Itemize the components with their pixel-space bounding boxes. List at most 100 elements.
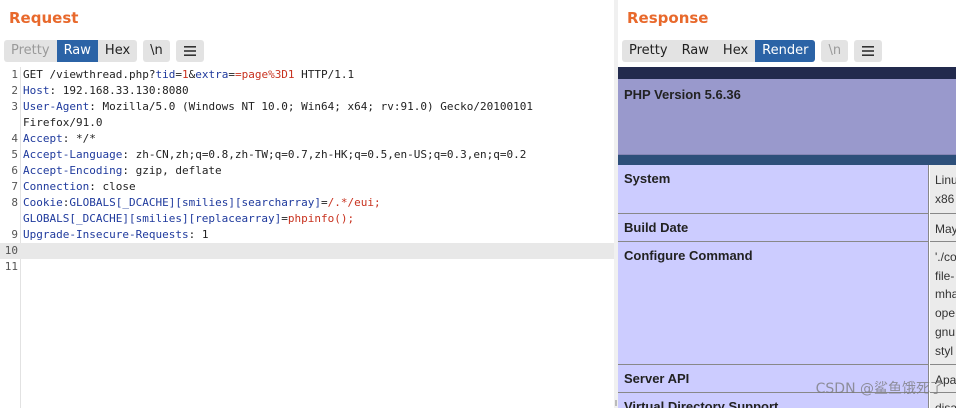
- code-line[interactable]: 7 Connection: close: [0, 179, 614, 195]
- code-line[interactable]: 1 GET /viewthread.php?tid=1&extra==page%3…: [0, 67, 614, 83]
- token: extra: [195, 68, 229, 81]
- render-top-bar: [618, 67, 956, 79]
- tab-pretty[interactable]: Pretty: [4, 40, 57, 62]
- rendered-response: PHP Version 5.6.36 System Linu x86 Build…: [618, 67, 956, 408]
- info-value: Linu x86: [930, 165, 956, 214]
- token: Connection: [23, 180, 90, 193]
- newline-toggle-button[interactable]: \n: [821, 40, 849, 62]
- token: Firefox/91.0: [23, 116, 103, 129]
- tab-raw[interactable]: Raw: [56, 40, 98, 62]
- info-row: System Linu x86: [618, 165, 956, 214]
- info-row: Build Date May: [618, 214, 956, 242]
- token: Upgrade-Insecure-Requests: [23, 228, 189, 241]
- line-number: 1: [11, 68, 18, 81]
- token: Host: [23, 84, 50, 97]
- response-toolbar: Pretty Raw Hex Render \n: [622, 40, 883, 62]
- tab-render[interactable]: Render: [755, 40, 816, 62]
- token: tid: [155, 68, 176, 81]
- newline-toggle-button[interactable]: \n: [143, 40, 170, 62]
- token: phpinfo();: [287, 212, 355, 225]
- code-line[interactable]: 5 Accept-Language: zh-CN,zh;q=0.8,zh-TW;q…: [0, 147, 614, 163]
- token: GLOBALS[_DCACHE][smilies][searcharray]: [69, 196, 322, 209]
- request-panel: Request Pretty Raw Hex \n 1 GET /viewthre…: [0, 0, 614, 408]
- code-line[interactable]: 3 User-Agent: Mozilla/5.0 (Windows NT 10.…: [0, 99, 614, 115]
- line-text: Accept: */*: [23, 131, 96, 147]
- response-view-tabs: Pretty Raw Hex Render: [622, 40, 816, 62]
- request-view-tabs: Pretty Raw Hex: [4, 40, 138, 62]
- info-label: Configure Command: [618, 242, 929, 365]
- line-text: User-Agent: Mozilla/5.0 (Windows NT 10.0…: [23, 99, 533, 115]
- response-title: Response: [627, 9, 709, 27]
- line-number: 11: [4, 260, 18, 273]
- info-value: './co file- mha ope gnu styl: [930, 242, 956, 365]
- token: 1: [181, 68, 189, 81]
- menu-button[interactable]: [175, 40, 204, 62]
- code-line[interactable]: 8 Cookie:GLOBALS[_DCACHE][smilies][search…: [0, 195, 614, 211]
- line-text: GET /viewthread.php?tid=1&extra==page%3D…: [23, 67, 354, 83]
- token: /.*/eui;: [327, 196, 381, 209]
- request-title: Request: [9, 9, 79, 27]
- token: GET /viewthread.php?: [23, 68, 156, 81]
- line-number: 5: [11, 148, 18, 161]
- hamburger-icon: [862, 46, 875, 56]
- info-value: May: [930, 214, 956, 242]
- token: =: [228, 68, 235, 81]
- code-line[interactable]: 2 Host: 192.168.33.130:8080: [0, 83, 614, 99]
- token: : Mozilla/5.0 (Windows NT 10.0; Win64; x…: [89, 100, 533, 113]
- request-editor[interactable]: 1 GET /viewthread.php?tid=1&extra==page%3…: [0, 67, 614, 408]
- info-label: Build Date: [618, 214, 929, 242]
- info-label: System: [618, 165, 929, 214]
- token: Accept-Encoding: [23, 164, 123, 177]
- watermark: CSDN @鲨鱼饿死了: [815, 381, 944, 397]
- token: : close: [89, 180, 136, 193]
- tab-hex[interactable]: Hex: [97, 40, 138, 62]
- token: : gzip, deflate: [122, 164, 222, 177]
- token: : 1: [188, 228, 209, 241]
- token: GLOBALS[_DCACHE][smilies][replacearray]: [23, 212, 282, 225]
- token: Accept-Language: [23, 148, 123, 161]
- token: User-Agent: [23, 100, 90, 113]
- line-number: 6: [11, 164, 18, 177]
- token: =: [321, 196, 328, 209]
- menu-button[interactable]: [854, 40, 883, 62]
- line-number: 4: [11, 132, 18, 145]
- line-text: Connection: close: [23, 179, 136, 195]
- code-line[interactable]: 6 Accept-Encoding: gzip, deflate: [0, 163, 614, 179]
- tab-pretty[interactable]: Pretty: [622, 40, 675, 62]
- code-line[interactable]: Firefox/91.0: [0, 115, 614, 131]
- token: HTTP/1.1: [294, 68, 355, 81]
- token: : */*: [62, 132, 96, 145]
- token: Accept: [23, 132, 63, 145]
- divider-grip-icon[interactable]: [615, 400, 617, 406]
- token: : 192.168.33.130:8080: [49, 84, 189, 97]
- request-toolbar: Pretty Raw Hex \n: [4, 40, 204, 62]
- code-line[interactable]: 10: [0, 243, 614, 259]
- line-text: Accept-Language: zh-CN,zh;q=0.8,zh-TW;q=…: [23, 147, 526, 163]
- token: Cookie: [23, 196, 63, 209]
- token: =: [281, 212, 288, 225]
- line-number: 8: [11, 196, 18, 209]
- line-text: Upgrade-Insecure-Requests: 1: [23, 227, 208, 243]
- token: =page%3D1: [234, 68, 295, 81]
- line-number: 3: [11, 100, 18, 113]
- line-text: Firefox/91.0: [23, 115, 102, 131]
- code-line[interactable]: GLOBALS[_DCACHE][smilies][replacearray]=…: [0, 211, 614, 227]
- header-separator: [618, 155, 956, 165]
- code-line[interactable]: 4 Accept: */*: [0, 131, 614, 147]
- tab-hex[interactable]: Hex: [715, 40, 756, 62]
- hamburger-icon: [183, 46, 196, 56]
- response-panel: Response Pretty Raw Hex Render \n PHP Ve…: [618, 0, 956, 408]
- token: =: [175, 68, 182, 81]
- line-text: Accept-Encoding: gzip, deflate: [23, 163, 222, 179]
- tab-raw[interactable]: Raw: [674, 40, 716, 62]
- line-number: 2: [11, 84, 18, 97]
- info-row: Configure Command './co file- mha ope gn…: [618, 242, 956, 365]
- code-line[interactable]: 11: [0, 259, 614, 275]
- php-version-text: PHP Version 5.6.36: [624, 87, 741, 102]
- line-number: 7: [11, 180, 18, 193]
- token: : zh-CN,zh;q=0.8,zh-TW;q=0.7,zh-HK;q=0.5…: [122, 148, 527, 161]
- line-text: Cookie:GLOBALS[_DCACHE][smilies][searcha…: [23, 195, 381, 211]
- line-number: 10: [4, 244, 18, 257]
- line-number: 9: [11, 228, 18, 241]
- code-line[interactable]: 9 Upgrade-Insecure-Requests: 1: [0, 227, 614, 243]
